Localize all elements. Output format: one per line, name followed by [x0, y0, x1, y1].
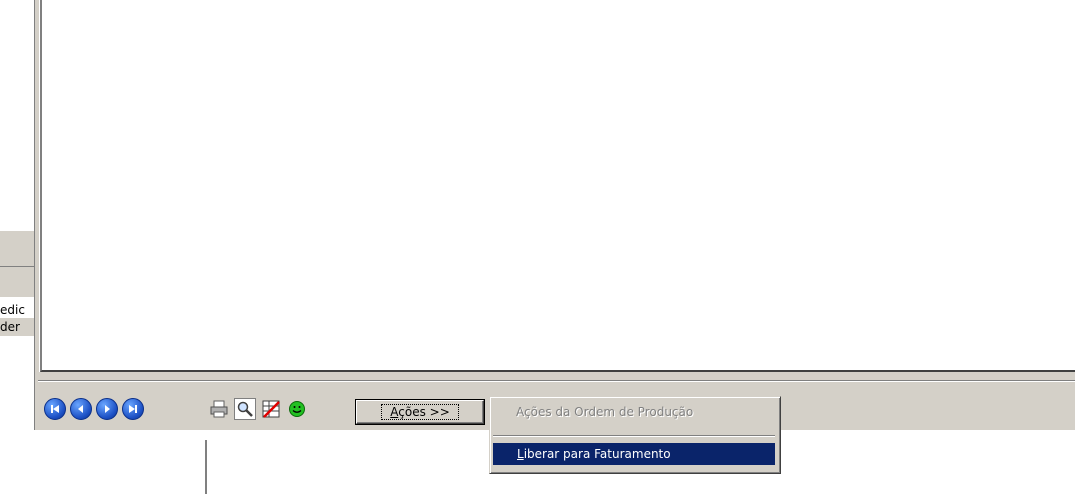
left-panel-text-1[interactable]: edic: [0, 302, 34, 318]
table-edit-disabled-icon: [260, 398, 282, 420]
skip-forward-icon: [122, 398, 144, 420]
print-button[interactable]: [208, 398, 230, 420]
first-record-button[interactable]: [44, 398, 66, 420]
search-button[interactable]: [234, 398, 256, 420]
status-button[interactable]: [286, 398, 308, 420]
magnifier-icon: [234, 398, 256, 420]
skip-back-icon: [44, 398, 66, 420]
previous-record-button[interactable]: [70, 398, 92, 420]
bottom-divider: [205, 440, 208, 494]
left-panel: edic der: [0, 0, 40, 430]
acoes-button-label: Ações >>: [381, 404, 459, 420]
frame-border: [38, 372, 1075, 381]
no-edit-button[interactable]: [260, 398, 282, 420]
left-panel-band: [0, 266, 34, 297]
smiley-icon: [286, 398, 308, 420]
actions-popup-menu: Ações da Ordem de Produção Liberar para …: [489, 396, 781, 474]
chevron-right-icon: [96, 398, 118, 420]
printer-icon: [208, 398, 230, 420]
main-content-area[interactable]: [40, 0, 1075, 372]
last-record-button[interactable]: [122, 398, 144, 420]
menu-item-liberar-faturamento[interactable]: Liberar para Faturamento: [493, 443, 775, 465]
next-record-button[interactable]: [96, 398, 118, 420]
acoes-button[interactable]: Ações >>: [356, 400, 484, 424]
menu-title: Ações da Ordem de Produção: [516, 405, 694, 419]
chevron-left-icon: [70, 398, 92, 420]
left-panel-header: [0, 230, 34, 266]
menu-separator: [493, 435, 775, 437]
left-panel-text-2[interactable]: der: [0, 318, 34, 336]
